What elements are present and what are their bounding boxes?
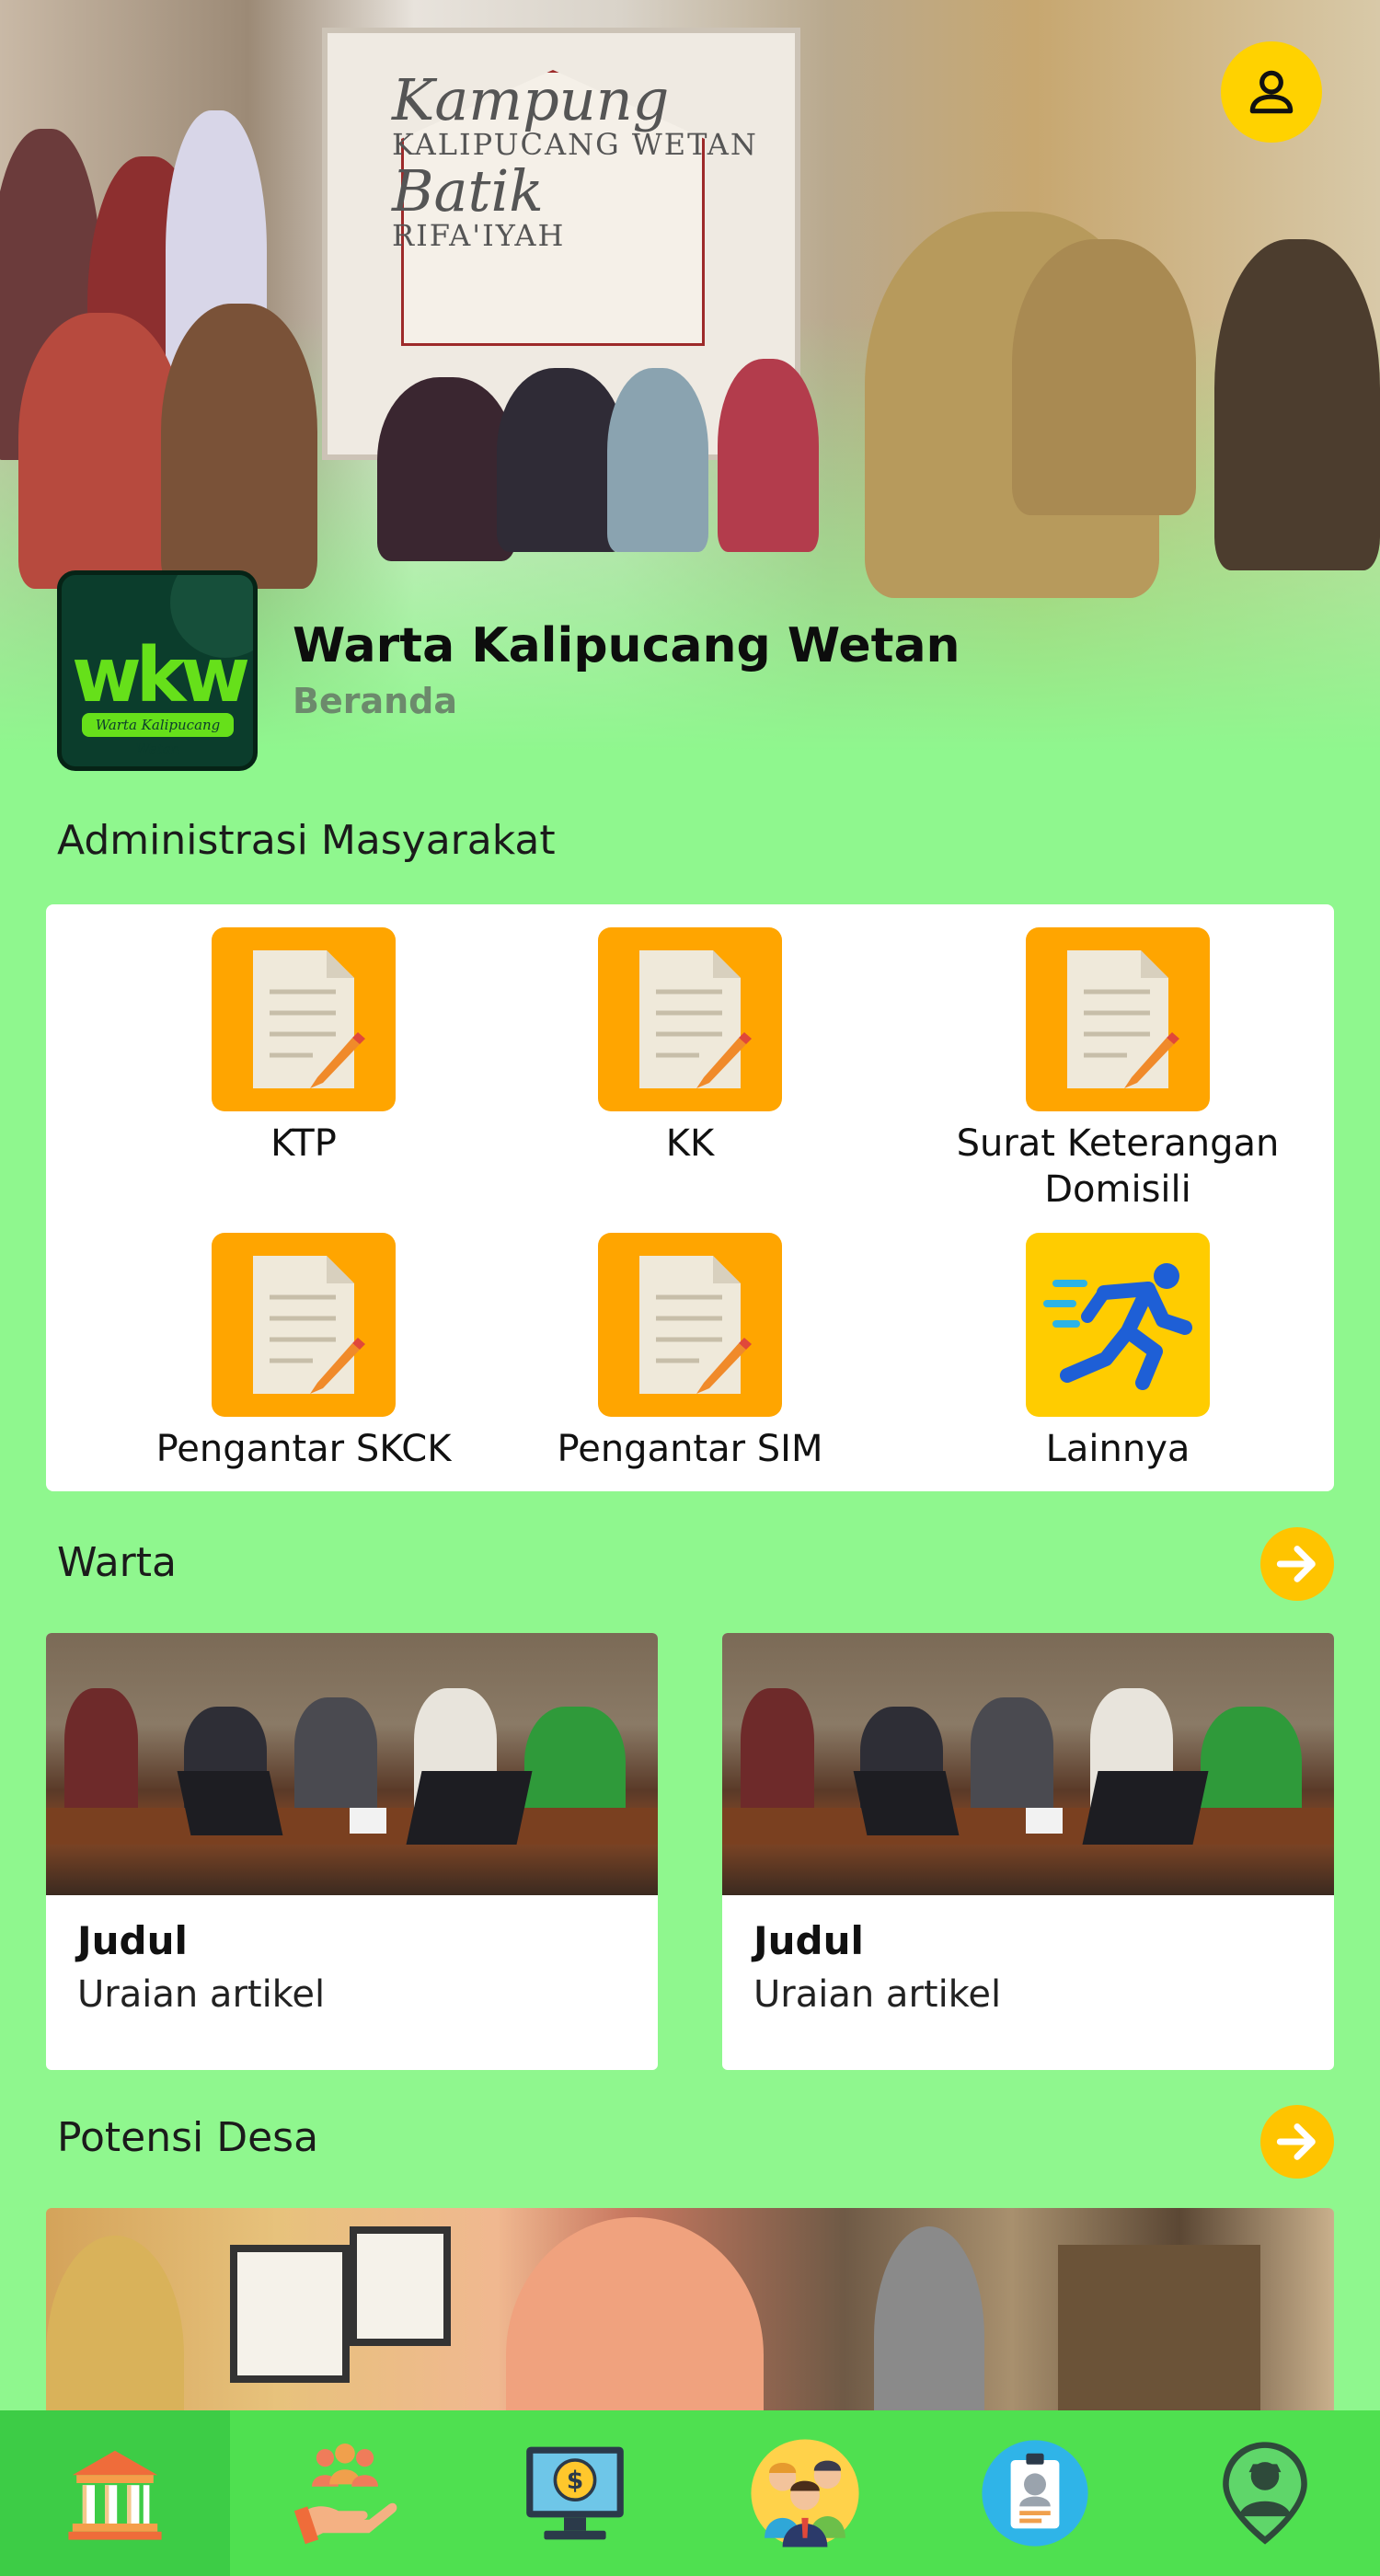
svg-text:$: $ [567,2467,583,2495]
running-person-icon [1026,1233,1210,1417]
nav-finance[interactable]: $ [460,2410,690,2576]
news-description: Uraian artikel [753,1973,1002,2016]
bottom-navigation: $ [0,2410,1380,2576]
service-label: KK [665,1122,715,1165]
news-title: Judul [753,1918,864,1963]
admin-services-card: KTP KK Surat Keterangan Domisili Pengant… [46,904,1334,1491]
logo-tagline: Warta Kalipucang Wetan [82,713,234,757]
news-card[interactable]: Judul Uraian artikel [46,1633,658,2070]
id-badge-icon [982,2440,1088,2547]
arrow-right-icon [1276,1546,1316,1582]
page-subtitle: Beranda [293,681,458,721]
service-label: Lainnya [1045,1428,1190,1470]
potensi-section-title: Potensi Desa [57,2114,319,2161]
user-icon [1249,70,1294,114]
news-description: Uraian artikel [77,1973,326,2016]
service-ktp[interactable]: KTP [120,927,488,1167]
banner-line4: RIFA'IYAH [392,217,566,253]
banner-line1: Kampung [392,66,670,133]
nav-home[interactable] [0,2410,230,2576]
nav-residents[interactable] [690,2410,920,2576]
people-group-icon [751,2439,859,2547]
document-edit-icon [212,1233,396,1417]
news-photo [722,1633,1334,1895]
profile-button[interactable] [1221,41,1322,143]
location-person-icon [1223,2442,1307,2545]
news-photo [46,1633,658,1895]
service-sim[interactable]: Pengantar SIM [506,1233,874,1472]
logo-mark: wkw [71,632,250,719]
service-domisili[interactable]: Surat Keterangan Domisili [934,927,1302,1213]
service-kk[interactable]: KK [506,927,874,1167]
admin-section-title: Administrasi Masyarakat [57,817,556,864]
money-monitor-icon: $ [526,2446,624,2540]
warta-more-button[interactable] [1260,1527,1334,1601]
nav-community[interactable] [230,2410,460,2576]
service-label: Surat Keterangan Domisili [956,1122,1280,1211]
document-edit-icon [1026,927,1210,1111]
service-label: Pengantar SKCK [155,1428,452,1470]
news-title: Judul [77,1918,188,1963]
warta-section-title: Warta [57,1539,177,1586]
nav-id-card[interactable] [920,2410,1150,2576]
document-edit-icon [598,927,782,1111]
community-hand-icon [293,2444,397,2545]
document-edit-icon [212,927,396,1111]
app-logo: wkw Warta Kalipucang Wetan [57,570,258,771]
potensi-more-button[interactable] [1260,2105,1334,2179]
service-lainnya[interactable]: Lainnya [934,1233,1302,1472]
service-skck[interactable]: Pengantar SKCK [120,1233,488,1472]
government-building-icon [68,2450,162,2540]
app-title: Warta Kalipucang Wetan [293,618,960,673]
service-label: Pengantar SIM [557,1428,823,1470]
banner-line2: KALIPUCANG WETAN [392,127,758,163]
nav-location[interactable] [1150,2410,1380,2576]
arrow-right-icon [1276,2123,1316,2160]
document-edit-icon [598,1233,782,1417]
news-card[interactable]: Judul Uraian artikel [722,1633,1334,2070]
banner-line3: Batik [392,156,544,224]
service-label: KTP [270,1122,337,1165]
